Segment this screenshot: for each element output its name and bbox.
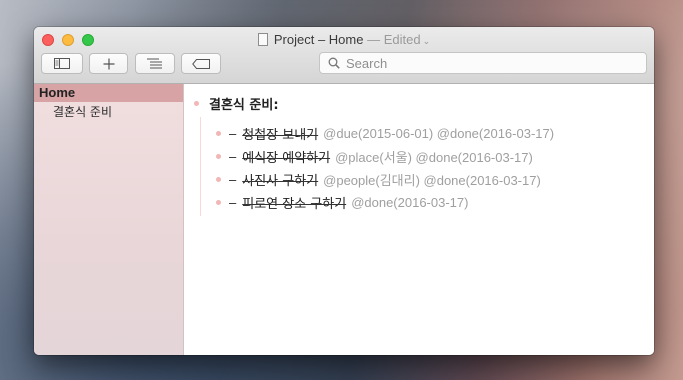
task-tags[interactable]: @people(김대리) @done(2016-03-17) xyxy=(323,170,541,189)
document-editor[interactable]: 결혼식 준비: – 청첩장 보내기 @due(2015-06-01) @done… xyxy=(184,84,654,355)
window-title[interactable]: Project – Home — Edited ⌄ xyxy=(34,31,654,50)
search-icon xyxy=(328,57,340,69)
search-field[interactable] xyxy=(319,52,647,74)
task-row[interactable]: – 사진사 구하기 @people(김대리) @done(2016-03-17) xyxy=(216,169,541,189)
task-row[interactable]: – 피로연 장소 구하기 @done(2016-03-17) xyxy=(216,192,468,212)
sidebar: Home 결혼식 준비 xyxy=(34,84,184,355)
sidebar-item-wedding-prep[interactable]: 결혼식 준비 xyxy=(53,104,112,120)
tag-icon xyxy=(192,58,210,69)
task-tags[interactable]: @place(서울) @done(2016-03-17) xyxy=(335,147,533,166)
task-tags[interactable]: @done(2016-03-17) xyxy=(351,195,468,210)
app-window: Project – Home — Edited ⌄ Search Home 결혼… xyxy=(34,27,654,355)
toggle-sidebar-button[interactable] xyxy=(41,53,83,74)
task-bullet-icon[interactable] xyxy=(216,176,221,182)
document-icon xyxy=(257,33,268,46)
task-text: 청첩장 보내기 xyxy=(242,127,319,143)
sidebar-item-home[interactable]: Home xyxy=(34,84,183,102)
sidebar-toggle-icon xyxy=(54,58,70,69)
title-bar: Project – Home — Edited ⌄ xyxy=(34,27,654,84)
task-dash: – xyxy=(229,125,237,141)
task-dash: – xyxy=(229,171,237,187)
window-title-text: Project – Home xyxy=(273,32,364,47)
new-item-button[interactable] xyxy=(89,53,128,74)
task-dash: – xyxy=(229,148,237,164)
edited-status: — Edited xyxy=(367,32,421,47)
tag-button[interactable] xyxy=(181,53,221,74)
task-bullet-icon[interactable] xyxy=(216,130,221,136)
project-title: 결혼식 준비: xyxy=(209,97,279,113)
task-bullet-icon[interactable] xyxy=(216,199,221,205)
task-text: 예식장 예약하기 xyxy=(242,150,331,166)
indent-guide xyxy=(200,117,201,216)
task-text: 피로연 장소 구하기 xyxy=(242,196,347,212)
project-bullet-icon[interactable] xyxy=(194,100,199,106)
chevron-down-icon[interactable]: ⌄ xyxy=(423,36,431,46)
list-indent-icon xyxy=(147,58,162,69)
task-tags[interactable]: @due(2015-06-01) @done(2016-03-17) xyxy=(323,126,554,141)
task-row[interactable]: – 청첩장 보내기 @due(2015-06-01) @done(2016-03… xyxy=(216,123,554,143)
project-row[interactable]: 결혼식 준비: xyxy=(194,93,279,113)
search-input[interactable] xyxy=(346,55,636,71)
task-text: 사진사 구하기 xyxy=(242,173,319,189)
task-dash: – xyxy=(229,194,237,210)
task-row[interactable]: – 예식장 예약하기 @place(서울) @done(2016-03-17) xyxy=(216,146,533,166)
outline-button[interactable] xyxy=(135,53,175,74)
plus-icon xyxy=(103,58,114,69)
task-bullet-icon[interactable] xyxy=(216,153,221,159)
